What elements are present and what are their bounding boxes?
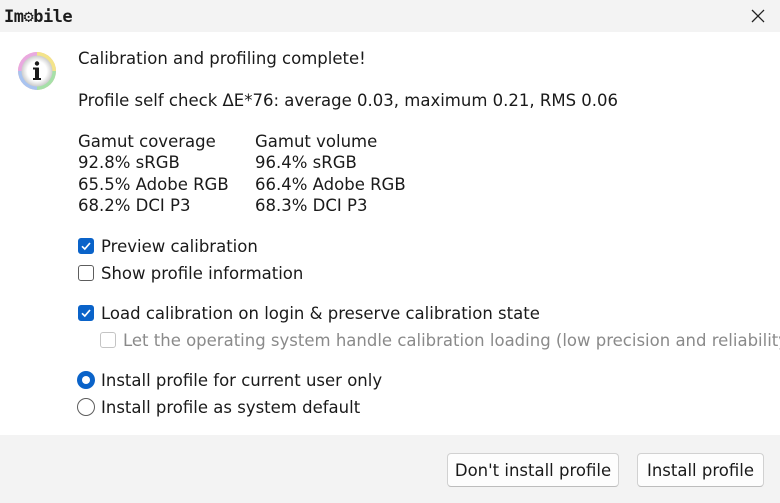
show-profile-info-checkbox[interactable]: Show profile information	[78, 262, 303, 284]
preview-calibration-checkbox[interactable]: Preview calibration	[78, 235, 258, 257]
dont-install-profile-button[interactable]: Don't install profile	[447, 453, 619, 487]
radio-selected-icon	[77, 371, 95, 389]
mobile01-logo: Im⚙bile	[4, 4, 73, 30]
radio-unselected-icon	[77, 398, 95, 416]
gamut-volume-title: Gamut volume	[255, 132, 378, 151]
os-handle-calibration-label: Let the operating system handle calibrat…	[123, 330, 780, 350]
install-profile-button[interactable]: Install profile	[637, 453, 764, 487]
close-icon	[751, 9, 765, 23]
gamut-coverage-dci-p3: 68.2% DCI P3	[78, 196, 191, 215]
dialog-footer: Don't install profile Install profile	[0, 435, 780, 503]
install-system-default-radio[interactable]: Install profile as system default	[77, 396, 360, 418]
gamut-coverage-title: Gamut coverage	[78, 132, 216, 151]
close-button[interactable]	[738, 0, 778, 32]
gamut-volume-adobe-rgb: 66.4% Adobe RGB	[255, 175, 406, 194]
checkbox-checked-icon	[78, 305, 94, 321]
preview-calibration-label: Preview calibration	[101, 236, 258, 256]
os-handle-calibration-checkbox[interactable]: Let the operating system handle calibrat…	[100, 329, 780, 351]
load-calibration-checkbox[interactable]: Load calibration on login & preserve cal…	[78, 302, 540, 324]
logo-text: Im⚙bile	[4, 7, 73, 27]
dialog-heading: Calibration and profiling complete!	[78, 49, 366, 68]
show-profile-info-label: Show profile information	[101, 263, 304, 283]
install-current-user-label: Install profile for current user only	[101, 370, 383, 390]
install-current-user-radio[interactable]: Install profile for current user only	[77, 369, 382, 391]
checkbox-unchecked-icon	[78, 265, 94, 281]
info-icon	[18, 52, 56, 90]
checkbox-checked-icon	[78, 238, 94, 254]
gamut-coverage-adobe-rgb: 65.5% Adobe RGB	[78, 175, 229, 194]
checkbox-disabled-icon	[100, 332, 116, 348]
gamut-volume-srgb: 96.4% sRGB	[255, 153, 357, 172]
title-bar: Im⚙bile	[0, 0, 780, 32]
install-system-default-label: Install profile as system default	[101, 397, 361, 417]
gamut-volume-dci-p3: 68.3% DCI P3	[255, 196, 368, 215]
load-calibration-label: Load calibration on login & preserve cal…	[101, 303, 540, 323]
gamut-coverage-srgb: 92.8% sRGB	[78, 153, 180, 172]
self-check-text: Profile self check ΔE*76: average 0.03, …	[78, 91, 619, 110]
